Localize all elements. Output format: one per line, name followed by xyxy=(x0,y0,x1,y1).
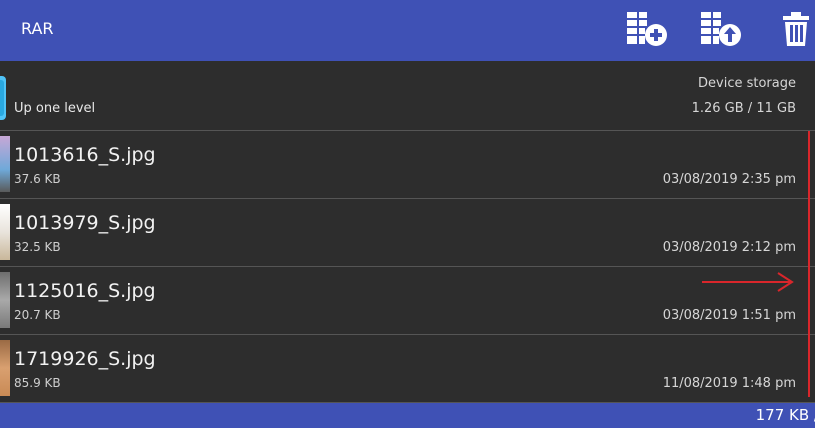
up-one-level-row[interactable]: Up one level Device storage 1.26 GB / 11… xyxy=(0,61,815,131)
annotation-line xyxy=(808,131,810,397)
list-item[interactable]: 1013979_S.jpg 32.5 KB 03/08/2019 2:12 pm xyxy=(0,199,815,267)
file-thumbnail xyxy=(0,340,10,396)
storage-label: Device storage xyxy=(698,76,796,91)
up-one-level-label: Up one level xyxy=(14,101,96,116)
folder-up-icon xyxy=(0,76,6,120)
file-date: 11/08/2019 1:48 pm xyxy=(662,376,796,391)
file-name: 1013616_S.jpg xyxy=(14,144,156,166)
file-date: 03/08/2019 2:12 pm xyxy=(662,240,796,255)
file-thumbnail xyxy=(0,272,10,328)
storage-value: 1.26 GB / 11 GB xyxy=(691,101,796,116)
list-item[interactable]: 1719926_S.jpg 85.9 KB 11/08/2019 1:48 pm xyxy=(0,335,815,403)
file-thumbnail xyxy=(0,204,10,260)
file-size: 20.7 KB xyxy=(14,308,61,322)
delete-button[interactable] xyxy=(773,8,815,50)
file-name: 1125016_S.jpg xyxy=(14,280,156,302)
file-name: 1013979_S.jpg xyxy=(14,212,156,234)
file-list: 1013616_S.jpg 37.6 KB 03/08/2019 2:35 pm… xyxy=(0,131,815,403)
archive-extract-icon xyxy=(701,12,741,46)
file-date: 03/08/2019 2:35 pm xyxy=(662,172,796,187)
list-item[interactable]: 1013616_S.jpg 37.6 KB 03/08/2019 2:35 pm xyxy=(0,131,815,199)
page-title: RAR xyxy=(21,19,54,38)
file-size: 85.9 KB xyxy=(14,376,61,390)
status-bar: 177 KB / xyxy=(0,403,815,428)
extract-archive-button[interactable] xyxy=(698,8,744,50)
annotation-arrow-icon xyxy=(702,272,794,292)
file-date: 03/08/2019 1:51 pm xyxy=(662,308,796,323)
trash-icon xyxy=(783,12,809,46)
total-size: 177 KB / xyxy=(755,406,815,424)
file-size: 37.6 KB xyxy=(14,172,61,186)
file-name: 1719926_S.jpg xyxy=(14,348,156,370)
add-to-archive-button[interactable] xyxy=(624,8,670,50)
file-size: 32.5 KB xyxy=(14,240,61,254)
archive-add-icon xyxy=(627,12,667,46)
list-item[interactable]: 1125016_S.jpg 20.7 KB 03/08/2019 1:51 pm xyxy=(0,267,815,335)
file-thumbnail xyxy=(0,136,10,192)
app-bar: RAR xyxy=(0,0,815,61)
